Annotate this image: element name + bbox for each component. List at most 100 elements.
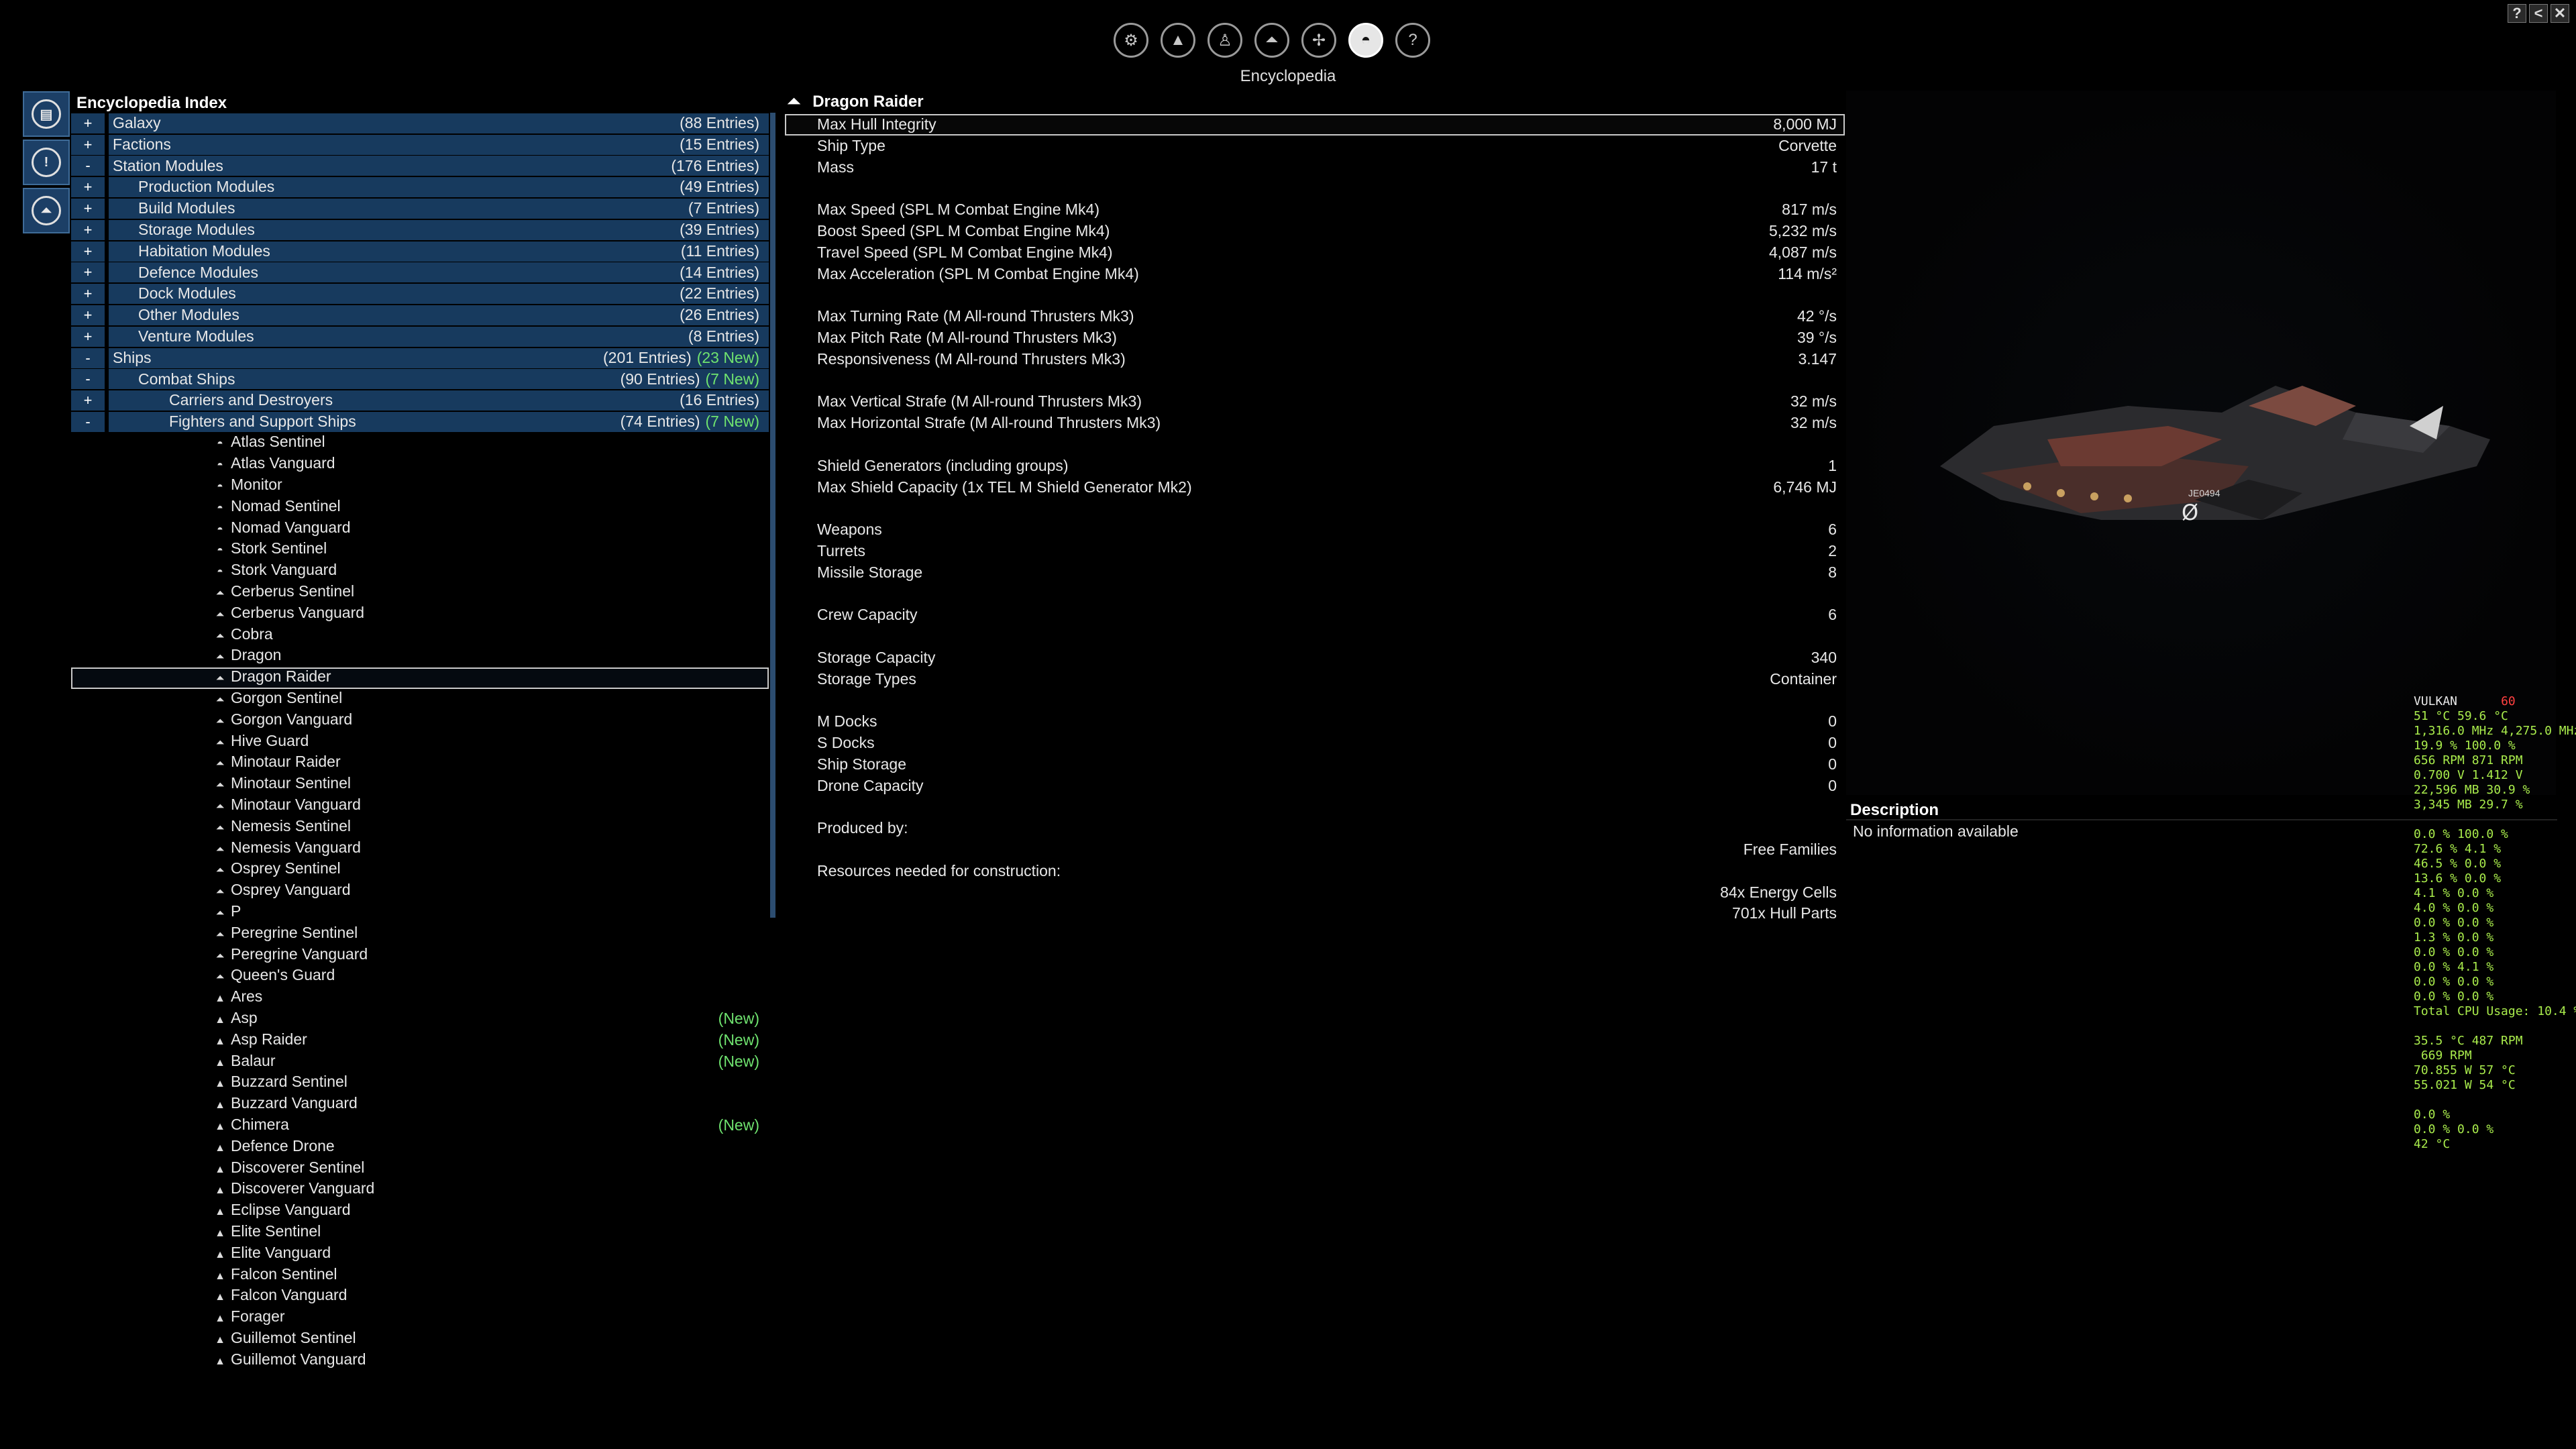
index-category[interactable]: + Dock Modules (22 Entries) bbox=[71, 283, 769, 305]
index-entry[interactable]: ⏶ Nemesis Sentinel bbox=[71, 816, 769, 838]
index-entry[interactable]: ▲ Asp (New) bbox=[71, 1008, 769, 1030]
index-category[interactable]: + Carriers and Destroyers (16 Entries) bbox=[71, 390, 769, 411]
index-entry[interactable]: ⏶ Queen's Guard bbox=[71, 966, 769, 987]
index-entry[interactable]: ⏶ Gorgon Sentinel bbox=[71, 689, 769, 710]
expand-button[interactable]: + bbox=[71, 177, 105, 198]
help-icon[interactable]: ? bbox=[1395, 23, 1430, 58]
index-entry[interactable]: ▲ Elite Vanguard bbox=[71, 1243, 769, 1265]
expand-button[interactable]: + bbox=[71, 241, 105, 262]
category-body[interactable]: Combat Ships (90 Entries) (7 New) bbox=[109, 369, 769, 390]
index-category[interactable]: + Venture Modules (8 Entries) bbox=[71, 326, 769, 347]
index-entry[interactable]: ⏶ Dragon Raider bbox=[71, 667, 769, 689]
index-entry[interactable]: ◓ Atlas Vanguard bbox=[71, 454, 769, 476]
index-entry[interactable]: ⏶ Hive Guard bbox=[71, 731, 769, 753]
help-button[interactable]: ? bbox=[2508, 4, 2526, 23]
person-icon[interactable]: ♙ bbox=[1208, 23, 1242, 58]
index-category[interactable]: + Defence Modules (14 Entries) bbox=[71, 262, 769, 284]
collapse-button[interactable]: - bbox=[71, 347, 105, 368]
index-category[interactable]: - Station Modules (176 Entries) bbox=[71, 156, 769, 177]
index-entry[interactable]: ⏶ Peregrine Vanguard bbox=[71, 945, 769, 966]
index-entry[interactable]: ⏶ Minotaur Raider bbox=[71, 753, 769, 774]
index-category[interactable]: + Factions (15 Entries) bbox=[71, 134, 769, 156]
index-category[interactable]: + Galaxy (88 Entries) bbox=[71, 113, 769, 134]
category-body[interactable]: Dock Modules (22 Entries) bbox=[109, 284, 769, 305]
index-entry[interactable]: ▲ Guillemot Sentinel bbox=[71, 1328, 769, 1350]
expand-button[interactable]: + bbox=[71, 305, 105, 326]
index-category[interactable]: - Fighters and Support Ships (74 Entries)(… bbox=[71, 411, 769, 433]
side-tab-encyclopedia[interactable]: ▤ bbox=[23, 91, 70, 137]
collapse-button[interactable]: - bbox=[71, 369, 105, 390]
expand-button[interactable]: + bbox=[71, 199, 105, 219]
index-entry[interactable]: ▲ Falcon Vanguard bbox=[71, 1286, 769, 1307]
index-entry[interactable]: ◓ Stork Sentinel bbox=[71, 539, 769, 561]
expand-button[interactable]: + bbox=[71, 113, 105, 133]
category-body[interactable]: Venture Modules (8 Entries) bbox=[109, 326, 769, 347]
collapse-button[interactable]: - bbox=[71, 412, 105, 433]
category-body[interactable]: Habitation Modules (11 Entries) bbox=[109, 241, 769, 262]
map-icon[interactable]: ✢ bbox=[1301, 23, 1336, 58]
category-body[interactable]: Defence Modules (14 Entries) bbox=[109, 262, 769, 283]
index-entry[interactable]: ⏶ Osprey Sentinel bbox=[71, 859, 769, 881]
index-entry[interactable]: ▲ Eclipse Vanguard bbox=[71, 1201, 769, 1222]
index-entry[interactable]: ◓ Atlas Sentinel bbox=[71, 433, 769, 454]
index-category[interactable]: + Storage Modules (39 Entries) bbox=[71, 219, 769, 241]
index-entry[interactable]: ⏶ P bbox=[71, 902, 769, 923]
index-entry[interactable]: ◓ Nomad Sentinel bbox=[71, 496, 769, 518]
index-entry[interactable]: ⏶ Cerberus Vanguard bbox=[71, 603, 769, 625]
category-body[interactable]: Build Modules (7 Entries) bbox=[109, 199, 769, 219]
index-entry[interactable]: ⏶ Peregrine Sentinel bbox=[71, 923, 769, 945]
expand-button[interactable]: + bbox=[71, 326, 105, 347]
expand-button[interactable]: + bbox=[71, 134, 105, 155]
category-body[interactable]: Production Modules (49 Entries) bbox=[109, 177, 769, 198]
index-entry[interactable]: ⏶ Minotaur Vanguard bbox=[71, 796, 769, 817]
category-body[interactable]: Galaxy (88 Entries) bbox=[109, 113, 769, 133]
category-body[interactable]: Other Modules (26 Entries) bbox=[109, 305, 769, 326]
index-category[interactable]: - Combat Ships (90 Entries) (7 New) bbox=[71, 369, 769, 390]
expand-button[interactable]: + bbox=[71, 390, 105, 411]
index-entry[interactable]: ⏶ Osprey Vanguard bbox=[71, 881, 769, 902]
gear-icon[interactable]: ⚙ bbox=[1114, 23, 1148, 58]
category-body[interactable]: Factions (15 Entries) bbox=[109, 134, 769, 155]
index-entry[interactable]: ⏶ Gorgon Vanguard bbox=[71, 710, 769, 731]
index-entry[interactable]: ▲ Discoverer Vanguard bbox=[71, 1179, 769, 1201]
index-entry[interactable]: ▲ Forager bbox=[71, 1307, 769, 1329]
index-entry[interactable]: ▲ Falcon Sentinel bbox=[71, 1265, 769, 1286]
index-entry[interactable]: ▲ Asp Raider (New) bbox=[71, 1030, 769, 1051]
index-entry[interactable]: ▲ Ares bbox=[71, 987, 769, 1009]
index-entry[interactable]: ⏶ Minotaur Sentinel bbox=[71, 774, 769, 796]
index-category[interactable]: + Other Modules (26 Entries) bbox=[71, 305, 769, 326]
index-entry[interactable]: ⏶ Cobra bbox=[71, 625, 769, 646]
category-body[interactable]: Carriers and Destroyers (16 Entries) bbox=[109, 390, 769, 411]
index-entry[interactable]: ▲ Balaur (New) bbox=[71, 1051, 769, 1073]
index-category[interactable]: - Ships (201 Entries) (23 New) bbox=[71, 347, 769, 369]
index-entry[interactable]: ◓ Monitor bbox=[71, 476, 769, 497]
ship-preview[interactable]: JE0494 Ø bbox=[1846, 91, 2556, 795]
index-entry[interactable]: ◓ Nomad Vanguard bbox=[71, 518, 769, 539]
index-entry[interactable]: ▲ Discoverer Sentinel bbox=[71, 1158, 769, 1179]
index-entry[interactable]: ◓ Stork Vanguard bbox=[71, 561, 769, 582]
index-entry[interactable]: ▲ Buzzard Sentinel bbox=[71, 1073, 769, 1094]
category-body[interactable]: Fighters and Support Ships (74 Entries) (7… bbox=[109, 412, 769, 433]
index-scrollbar[interactable] bbox=[770, 113, 775, 918]
back-button[interactable]: < bbox=[2529, 4, 2548, 23]
index-entry[interactable]: ⏶ Cerberus Sentinel bbox=[71, 582, 769, 604]
index-category[interactable]: + Build Modules (7 Entries) bbox=[71, 198, 769, 219]
category-body[interactable]: Station Modules (176 Entries) bbox=[109, 156, 769, 176]
encyclopedia-icon[interactable]: ◓ bbox=[1348, 23, 1383, 58]
index-entry[interactable]: ▲ Buzzard Vanguard bbox=[71, 1094, 769, 1116]
index-entry[interactable]: ⏶ Nemesis Vanguard bbox=[71, 838, 769, 859]
ship-icon[interactable]: ⏶ bbox=[1254, 23, 1289, 58]
index-category[interactable]: + Habitation Modules (11 Entries) bbox=[71, 241, 769, 262]
expand-button[interactable]: + bbox=[71, 262, 105, 283]
side-tab-info[interactable]: ! bbox=[23, 140, 70, 185]
category-body[interactable]: Ships (201 Entries) (23 New) bbox=[109, 347, 769, 368]
index-entry[interactable]: ▲ Guillemot Vanguard bbox=[71, 1350, 769, 1371]
side-tab-ships[interactable]: ⏶ bbox=[23, 188, 70, 233]
index-entry[interactable]: ▲ Chimera (New) bbox=[71, 1115, 769, 1136]
index-entry[interactable]: ▲ Elite Sentinel bbox=[71, 1222, 769, 1243]
index-entry[interactable]: ⏶ Dragon bbox=[71, 646, 769, 667]
close-button[interactable]: ✕ bbox=[2551, 4, 2569, 23]
flask-icon[interactable]: ▲ bbox=[1161, 23, 1195, 58]
category-body[interactable]: Storage Modules (39 Entries) bbox=[109, 219, 769, 240]
expand-button[interactable]: + bbox=[71, 284, 105, 305]
